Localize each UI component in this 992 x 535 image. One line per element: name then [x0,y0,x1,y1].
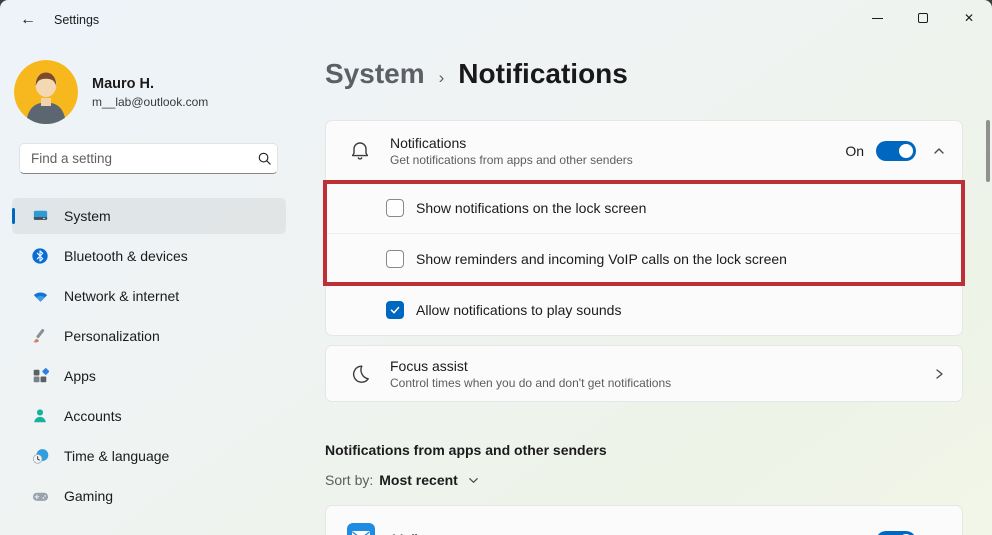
sidebar-item-time-language[interactable]: Time & language [12,438,286,474]
focus-assist-subtitle: Control times when you do and don't get … [390,375,672,390]
play-sounds-row[interactable]: Allow notifications to play sounds [326,284,962,335]
apps-section-heading: Notifications from apps and other sender… [325,442,607,458]
breadcrumb-system[interactable]: System [325,58,425,90]
notifications-toggle[interactable] [876,141,916,161]
sort-by-label: Sort by: [325,472,374,488]
maximize-icon [918,13,928,23]
play-sounds-checkbox[interactable] [386,301,404,319]
sidebar-item-bluetooth[interactable]: Bluetooth & devices [12,238,286,274]
toggle-state-label: On [845,143,864,159]
scrollbar-thumb[interactable] [986,120,990,182]
titlebar: ← Settings ✕ [0,0,992,40]
maximize-button[interactable] [900,0,946,36]
bell-icon [348,139,372,163]
settings-window: ← Settings ✕ Mauro H. m__lab@outlook.com… [0,0,992,535]
focus-assist-card[interactable]: Focus assist Control times when you do a… [325,345,963,402]
sidebar: Mauro H. m__lab@outlook.com System Blu [0,40,300,535]
notifications-expander: Notifications Get notifications from app… [323,120,965,336]
toggle-knob [899,144,913,158]
sidebar-item-gaming[interactable]: Gaming [12,478,286,514]
apps-grid-icon [30,366,50,386]
sidebar-item-apps[interactable]: Apps [12,358,286,394]
sort-by-value: Most recent [379,472,458,488]
sidebar-item-label: Network & internet [64,288,180,304]
sidebar-nav: System Bluetooth & devices Network & int… [12,198,286,518]
sidebar-item-personalization[interactable]: Personalization [12,318,286,354]
minimize-button[interactable] [854,0,900,36]
notifications-subtitle: Get notifications from apps and other se… [390,153,633,167]
sidebar-item-label: System [64,208,111,224]
close-icon: ✕ [963,11,975,25]
avatar [14,60,78,124]
gamepad-icon [30,486,50,506]
laptop-icon [30,206,50,226]
lock-screen-notifications-checkbox[interactable] [386,198,404,217]
moon-icon [348,362,372,386]
user-email: m__lab@outlook.com [92,94,209,109]
user-profile[interactable]: Mauro H. m__lab@outlook.com [14,60,208,124]
search-box[interactable] [19,143,278,174]
lock-screen-notifications-row[interactable]: Show notifications on the lock screen [326,182,962,233]
person-icon [30,406,50,426]
mail-app-row[interactable]: Mail On [325,505,963,535]
minimize-icon [871,17,883,19]
main-content: System › Notifications Notifications Get… [323,40,965,535]
checkbox-label: Show reminders and incoming VoIP calls o… [416,251,787,267]
wifi-icon [30,286,50,306]
sidebar-item-label: Gaming [64,488,114,504]
back-arrow-icon: ← [20,11,36,28]
sidebar-item-label: Accounts [64,408,122,424]
sort-by-dropdown[interactable]: Sort by: Most recent [325,472,480,488]
highlighted-rows: Show notifications on the lock screen Sh… [323,180,965,286]
chevron-right-icon [932,367,946,381]
notifications-header-row[interactable]: Notifications Get notifications from app… [326,121,962,182]
brush-icon [30,326,50,346]
mail-app-name: Mail [392,531,418,535]
search-icon [251,151,277,166]
close-button[interactable]: ✕ [946,0,992,36]
sidebar-item-network[interactable]: Network & internet [12,278,286,314]
breadcrumb: System › Notifications [325,58,628,90]
sidebar-item-label: Bluetooth & devices [64,248,188,264]
search-input[interactable] [20,151,251,166]
chevron-down-icon [467,474,480,487]
chevron-up-icon[interactable] [932,144,946,158]
checkbox-label: Show notifications on the lock screen [416,199,647,216]
sidebar-item-accounts[interactable]: Accounts [12,398,286,434]
sidebar-item-label: Apps [64,368,96,384]
sidebar-item-label: Time & language [64,448,170,464]
reminders-voip-checkbox[interactable] [386,250,404,268]
mail-toggle[interactable] [876,531,916,535]
back-button[interactable]: ← [12,6,44,34]
notifications-title: Notifications [390,135,467,151]
sidebar-item-label: Personalization [64,328,160,344]
mail-icon [346,522,376,535]
bluetooth-icon [30,246,50,266]
user-name: Mauro H. [92,75,155,92]
checkbox-label: Allow notifications to play sounds [416,302,622,318]
clock-icon [30,446,50,466]
focus-assist-title: Focus assist [390,357,468,374]
reminders-voip-row[interactable]: Show reminders and incoming VoIP calls o… [326,233,962,284]
page-title: Notifications [458,58,628,89]
sidebar-item-system[interactable]: System [12,198,286,234]
window-title: Settings [54,13,100,27]
breadcrumb-separator-icon: › [438,68,445,87]
